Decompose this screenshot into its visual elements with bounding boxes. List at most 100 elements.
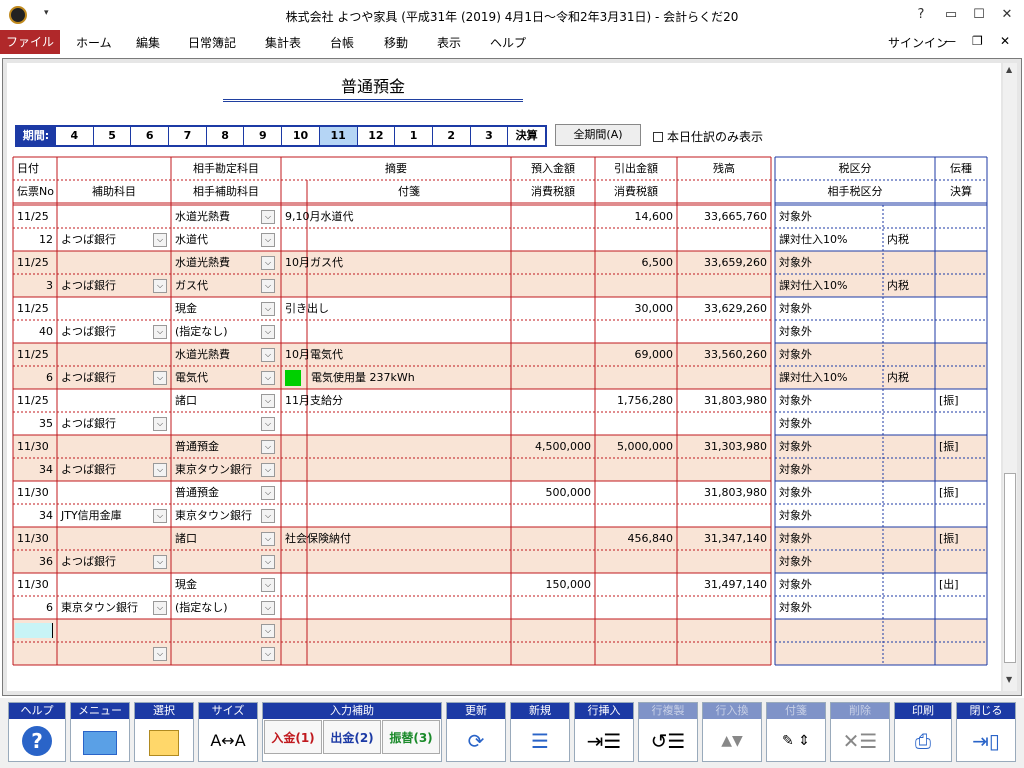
dropdown-chevron-icon[interactable]: ⌵ xyxy=(261,302,275,316)
entry-voucher-no[interactable]: 35 xyxy=(13,412,57,435)
entry-counter-tax-class[interactable]: 対象外 xyxy=(775,412,883,435)
entry-withdraw[interactable]: 456,840 xyxy=(595,527,677,550)
entry-tax-inclusive[interactable]: 内税 xyxy=(883,228,935,251)
entry-withdraw[interactable] xyxy=(595,481,677,504)
menu-file[interactable]: ファイル xyxy=(0,30,60,54)
dropdown-chevron-icon[interactable]: ⌵ xyxy=(153,417,167,431)
dropdown-chevron-icon[interactable]: ⌵ xyxy=(153,601,167,615)
dropdown-chevron-icon[interactable]: ⌵ xyxy=(261,463,275,477)
entry-withdraw[interactable]: 14,600 xyxy=(595,205,677,228)
dropdown-chevron-icon[interactable]: ⌵ xyxy=(153,279,167,293)
entry-withdraw[interactable] xyxy=(595,573,677,596)
help-icon[interactable]: ? xyxy=(906,4,936,26)
scroll-down-icon[interactable]: ▼ xyxy=(1006,675,1012,684)
entry-counter-sub[interactable]: ガス代 xyxy=(171,274,265,297)
menu-ledger[interactable]: 台帳 xyxy=(330,34,354,51)
entry-sub-account[interactable]: よつば銀行 xyxy=(57,366,157,389)
entry-voucher-no[interactable]: 3 xyxy=(13,274,57,297)
entry-counter-tax-class[interactable]: 課対仕入10% xyxy=(775,366,883,389)
entry-summary[interactable] xyxy=(281,481,511,504)
dropdown-chevron-icon[interactable]: ⌵ xyxy=(261,601,275,615)
entry-tax-inclusive[interactable]: 内税 xyxy=(883,274,935,297)
new-date-input[interactable] xyxy=(15,623,53,638)
entry-date[interactable]: 11/25 xyxy=(13,251,57,274)
entry-counter-sub[interactable] xyxy=(171,412,265,435)
entry-voucher-no[interactable]: 6 xyxy=(13,596,57,619)
entry-deposit[interactable] xyxy=(511,527,595,550)
entry-counter-sub[interactable]: (指定なし) xyxy=(171,320,265,343)
entry-sub-account[interactable]: JTY信用金庫 xyxy=(57,504,157,527)
entry-counter-tax-class[interactable]: 対象外 xyxy=(775,458,883,481)
entry-sub-account[interactable]: よつば銀行 xyxy=(57,550,157,573)
entry-counter-account[interactable]: 諸口 xyxy=(171,527,265,550)
menu-move[interactable]: 移動 xyxy=(384,34,408,51)
entry-tax-class[interactable]: 対象外 xyxy=(775,297,883,320)
new-button[interactable]: 新規 ☰ xyxy=(510,702,570,762)
entry-counter-tax-class[interactable]: 課対仕入10% xyxy=(775,228,883,251)
dropdown-chevron-icon[interactable]: ⌵ xyxy=(153,325,167,339)
entry-tag[interactable]: 電気使用量 237kWh xyxy=(307,366,511,389)
help-button[interactable]: ヘルプ? xyxy=(8,702,66,762)
close-button[interactable]: 閉じる ⇥▯ xyxy=(956,702,1016,762)
maximize-icon[interactable]: ☐ xyxy=(964,4,994,26)
entry-counter-sub[interactable] xyxy=(171,550,265,573)
menu-summary[interactable]: 集計表 xyxy=(265,34,301,51)
transfer-input-button[interactable]: 振替(3) xyxy=(382,720,440,754)
close-icon[interactable]: ✕ xyxy=(992,4,1022,26)
entry-sub-account[interactable]: よつば銀行 xyxy=(57,274,157,297)
entry-tax-class[interactable]: 対象外 xyxy=(775,435,883,458)
entry-withdraw[interactable]: 30,000 xyxy=(595,297,677,320)
entry-counter-account[interactable]: 諸口 xyxy=(171,389,265,412)
entry-tax-class[interactable]: 対象外 xyxy=(775,527,883,550)
entry-date[interactable]: 11/25 xyxy=(13,205,57,228)
entry-tax-class[interactable]: 対象外 xyxy=(775,251,883,274)
entry-summary[interactable]: 10月電気代 xyxy=(281,343,511,366)
entry-counter-account[interactable]: 普通預金 xyxy=(171,435,265,458)
swap-row-button[interactable]: 行入換 ▲▼ xyxy=(702,702,762,762)
select-button[interactable]: 選択 xyxy=(134,702,194,762)
entry-summary[interactable]: 11月支給分 xyxy=(281,389,511,412)
withdraw-input-button[interactable]: 出金(2) xyxy=(323,720,381,754)
dropdown-chevron-icon[interactable]: ⌵ xyxy=(153,371,167,385)
entry-counter-account[interactable]: 現金 xyxy=(171,297,265,320)
dropdown-chevron-icon[interactable]: ⌵ xyxy=(261,417,275,431)
vertical-scrollbar[interactable]: ▲ ▼ xyxy=(1003,63,1017,691)
dropdown-chevron-icon[interactable]: ⌵ xyxy=(261,348,275,362)
dropdown-chevron-icon[interactable]: ⌵ xyxy=(261,394,275,408)
entry-sub-account[interactable]: よつば銀行 xyxy=(57,412,157,435)
size-button[interactable]: サイズ A↔A xyxy=(198,702,258,762)
entry-withdraw[interactable]: 69,000 xyxy=(595,343,677,366)
dropdown-chevron-icon[interactable]: ⌵ xyxy=(261,509,275,523)
entry-counter-tax-class[interactable]: 対象外 xyxy=(775,320,883,343)
entry-sub-account[interactable]: よつば銀行 xyxy=(57,228,157,251)
entry-sub-account[interactable]: よつば銀行 xyxy=(57,320,157,343)
entry-date[interactable]: 11/30 xyxy=(13,435,57,458)
entry-counter-sub[interactable]: (指定なし) xyxy=(171,596,265,619)
copy-row-button[interactable]: 行複製 ↺☰ xyxy=(638,702,698,762)
entry-tax-class[interactable]: 対象外 xyxy=(775,389,883,412)
dropdown-chevron-icon[interactable]: ⌵ xyxy=(261,624,275,638)
dropdown-chevron-icon[interactable]: ⌵ xyxy=(261,325,275,339)
entry-deposit[interactable] xyxy=(511,205,595,228)
dropdown-chevron-icon[interactable]: ⌵ xyxy=(261,210,275,224)
deposit-input-button[interactable]: 入金(1) xyxy=(264,720,322,754)
entry-voucher-no[interactable]: 34 xyxy=(13,458,57,481)
entry-deposit[interactable] xyxy=(511,297,595,320)
entry-sub-account[interactable]: 東京タウン銀行 xyxy=(57,596,157,619)
entry-counter-account[interactable]: 水道光熱費 xyxy=(171,343,265,366)
entry-tax-class[interactable]: 対象外 xyxy=(775,481,883,504)
ribbon-collapse-icon[interactable]: ▭ xyxy=(936,4,966,26)
entry-summary[interactable] xyxy=(281,573,511,596)
entry-tax-class[interactable]: 対象外 xyxy=(775,343,883,366)
dropdown-chevron-icon[interactable]: ⌵ xyxy=(261,279,275,293)
entry-tax-class[interactable]: 対象外 xyxy=(775,205,883,228)
entry-deposit[interactable] xyxy=(511,389,595,412)
restore-icon[interactable]: ❐ xyxy=(972,34,983,48)
menu-home[interactable]: ホーム xyxy=(76,34,112,51)
dropdown-chevron-icon[interactable]: ⌵ xyxy=(261,486,275,500)
dropdown-chevron-icon[interactable]: ⌵ xyxy=(261,371,275,385)
update-button[interactable]: 更新 ⟳ xyxy=(446,702,506,762)
entry-counter-tax-class[interactable]: 課対仕入10% xyxy=(775,274,883,297)
dropdown-chevron-icon[interactable]: ⌵ xyxy=(153,647,167,661)
entry-tax-class[interactable]: 対象外 xyxy=(775,573,883,596)
